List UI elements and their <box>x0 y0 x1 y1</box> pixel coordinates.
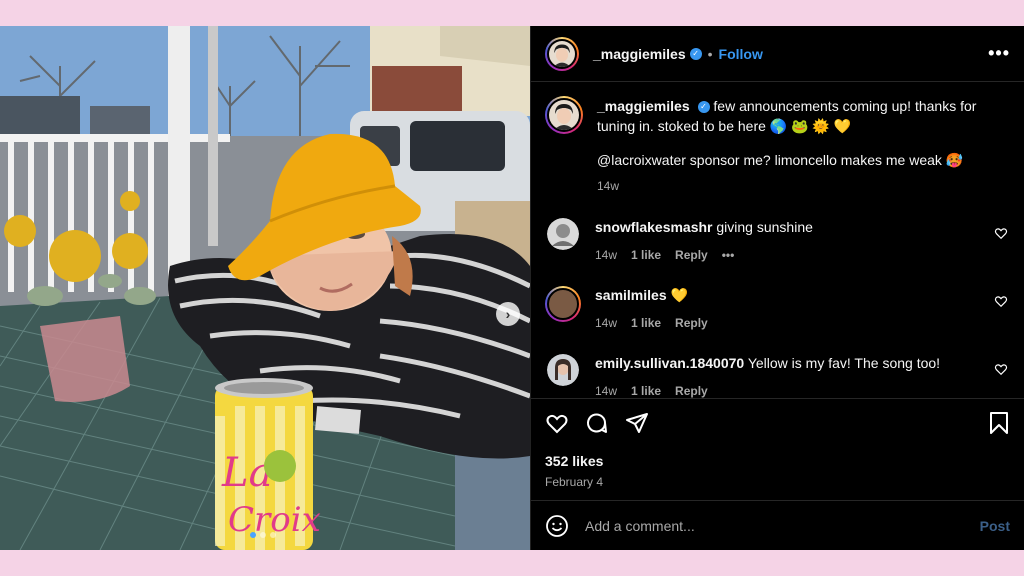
comment-heart-icon[interactable] <box>994 362 1008 376</box>
paper-plane-icon[interactable] <box>625 411 649 435</box>
heart-icon[interactable] <box>545 411 569 435</box>
bookmark-icon[interactable] <box>988 411 1010 435</box>
comment-likes[interactable]: 1 like <box>631 314 661 332</box>
post-details-panel: _maggiemiles ✓ • Follow ••• _maggiemiles… <box>530 26 1024 550</box>
verified-badge-icon: ✓ <box>697 101 710 114</box>
smiley-icon[interactable] <box>545 514 569 538</box>
commenter-avatar[interactable] <box>547 218 579 250</box>
more-options-icon[interactable]: ••• <box>988 43 1010 64</box>
next-photo-button[interactable]: › <box>496 302 520 326</box>
post-date: February 4 <box>545 475 604 489</box>
follow-button[interactable]: Follow <box>719 46 763 62</box>
comment-more-icon[interactable]: ••• <box>722 246 735 264</box>
post-photo[interactable]: La Croix › <box>0 26 530 550</box>
comment-text: Yellow is my fav! The song too! <box>747 355 941 371</box>
caption-line-2: @lacroixwater sponsor me? limoncello mak… <box>597 152 964 168</box>
comment-username[interactable]: emily.sullivan.1840070 <box>595 355 744 371</box>
carousel-dot <box>270 532 276 538</box>
comment-text: 💛 <box>670 287 688 303</box>
comment-item: emily.sullivan.1840070 Yellow is my fav!… <box>545 354 1010 400</box>
comment-likes[interactable]: 1 like <box>631 246 661 264</box>
comment-age: 14w <box>595 316 618 330</box>
avatar-image <box>549 40 575 67</box>
caption-username[interactable]: _maggiemiles <box>597 98 690 114</box>
comment-age: 14w <box>595 248 618 262</box>
separator-dot: • <box>707 45 713 62</box>
carousel-dot <box>250 532 256 538</box>
comment-item: snowflakesmashr giving sunshine 14w 1 li… <box>545 218 1010 264</box>
post-actions: 352 likes February 4 <box>531 398 1024 489</box>
reply-button[interactable]: Reply <box>675 246 708 264</box>
speech-bubble-icon[interactable] <box>585 411 609 435</box>
comments-list: _maggiemiles ✓ few announcements coming … <box>531 82 1024 400</box>
post-comment-button[interactable]: Post <box>980 518 1010 534</box>
photo-illustration: La Croix <box>0 26 530 550</box>
comment-item: samilmiles 💛 14w 1 like Reply <box>545 286 1010 332</box>
caption-age: 14w <box>597 179 620 193</box>
post-caption: _maggiemiles ✓ few announcements coming … <box>545 96 1010 196</box>
likes-count[interactable]: 352 likes <box>545 453 1010 469</box>
author-username[interactable]: _maggiemiles <box>593 46 686 62</box>
avatar-image <box>549 100 579 130</box>
instagram-post-modal: La Croix › _maggiemiles ✓ • Follow ••• _… <box>0 26 1024 550</box>
svg-text:La: La <box>221 450 272 496</box>
comment-username[interactable]: snowflakesmashr <box>595 219 713 235</box>
chevron-right-icon: › <box>505 306 511 322</box>
action-icons <box>545 411 1010 435</box>
comment-text: giving sunshine <box>716 219 813 235</box>
author-avatar[interactable] <box>545 36 579 71</box>
post-header: _maggiemiles ✓ • Follow ••• <box>531 26 1024 82</box>
comment-heart-icon[interactable] <box>994 226 1008 240</box>
comment-input[interactable]: Add a comment... <box>585 518 980 534</box>
verified-badge-icon: ✓ <box>689 47 702 60</box>
commenter-avatar[interactable] <box>545 286 581 322</box>
caption-author-avatar[interactable] <box>545 96 583 134</box>
reply-button[interactable]: Reply <box>675 314 708 332</box>
comment-heart-icon[interactable] <box>994 294 1008 308</box>
comment-composer: Add a comment... Post <box>531 500 1024 550</box>
commenter-avatar[interactable] <box>547 354 579 386</box>
comment-username[interactable]: samilmiles <box>595 287 667 303</box>
carousel-dot <box>260 532 266 538</box>
carousel-indicator <box>250 532 276 538</box>
